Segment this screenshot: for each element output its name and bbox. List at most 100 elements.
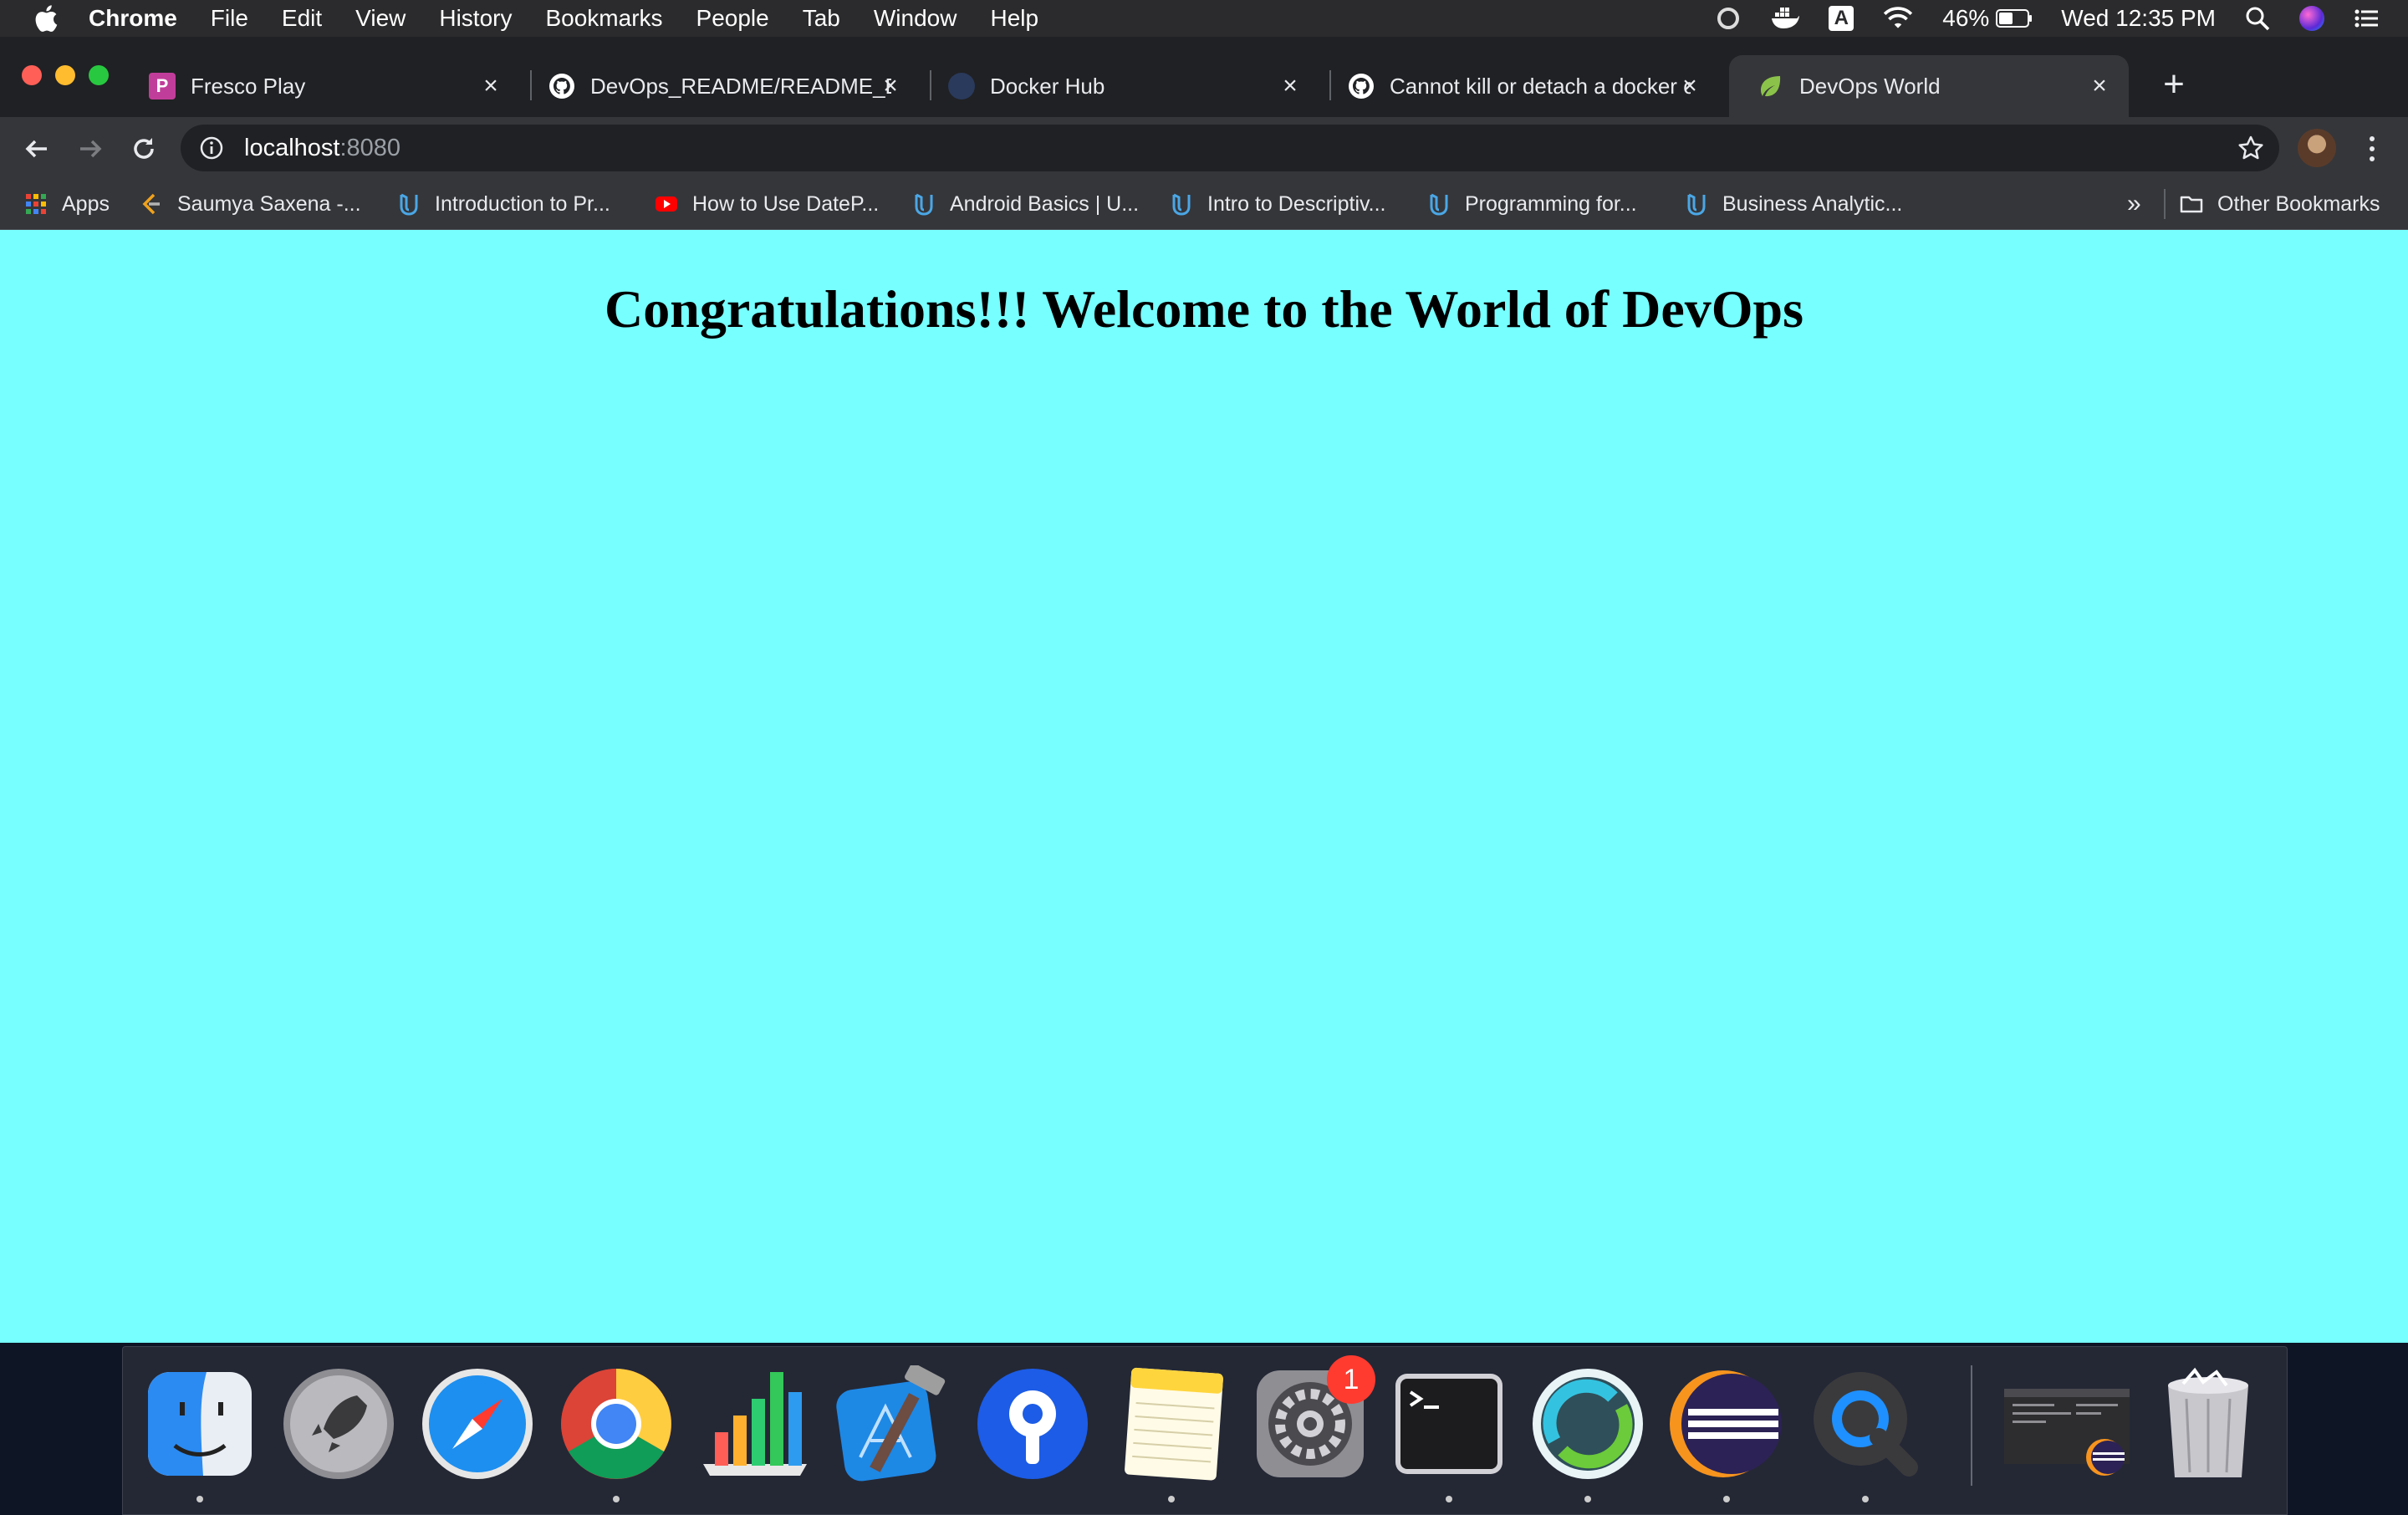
menu-window[interactable]: Window xyxy=(874,5,957,32)
site-info-icon[interactable] xyxy=(199,135,224,161)
apple-logo-icon[interactable] xyxy=(33,4,59,33)
tab-title: Cannot kill or detach a docker c xyxy=(1390,73,1691,99)
bookmark-apps[interactable]: Apps xyxy=(23,179,110,229)
bookmark-how-to-use-datep[interactable]: How to Use DateP... xyxy=(654,179,879,229)
tab-cannot-kill-docker[interactable]: Cannot kill or detach a docker c × xyxy=(1319,55,1719,117)
dock-system-preferences[interactable]: 1 xyxy=(1252,1355,1375,1482)
bookmarks-bar: Apps Saumya Saxena -... Introduction to … xyxy=(0,179,2408,230)
bookmark-label: Programming for... xyxy=(1465,191,1637,216)
dock-quicktime-player[interactable] xyxy=(1807,1365,1924,1482)
spotlight-search-icon[interactable] xyxy=(2244,5,2271,32)
dock-eclipse[interactable] xyxy=(1668,1365,1785,1482)
running-indicator xyxy=(1168,1496,1175,1502)
close-tab-icon[interactable]: × xyxy=(478,74,503,99)
bookmark-label: How to Use DateP... xyxy=(692,191,880,216)
close-tab-icon[interactable]: × xyxy=(2087,74,2112,99)
chrome-window: P Fresco Play × DevOps_README/README_Do … xyxy=(0,37,2408,1343)
bookmark-introduction-to-pr[interactable]: Introduction to Pr... xyxy=(396,179,610,229)
menu-edit[interactable]: Edit xyxy=(282,5,322,32)
bookmark-programming-for[interactable]: Programming for... xyxy=(1426,179,1637,229)
menubar-clock[interactable]: Wed 12:35 PM xyxy=(2061,5,2216,32)
tab-fresco-play[interactable]: P Fresco Play × xyxy=(120,55,520,117)
menu-tab[interactable]: Tab xyxy=(803,5,840,32)
bookmark-android-basics[interactable]: Android Basics | U... xyxy=(911,179,1139,229)
trash-can-icon xyxy=(2168,1367,2248,1477)
minimize-window-button[interactable] xyxy=(55,65,75,85)
wifi-icon[interactable] xyxy=(1882,5,1914,32)
docker-hub-icon xyxy=(948,73,975,99)
macos-menu-bar: Chrome File Edit View History Bookmarks … xyxy=(0,0,2408,37)
menu-app-name[interactable]: Chrome xyxy=(89,5,177,32)
address-bar[interactable]: localhost:8080 xyxy=(181,125,2279,171)
tab-strip: P Fresco Play × DevOps_README/README_Do … xyxy=(0,37,2408,117)
forward-arrow-icon[interactable] xyxy=(74,132,107,166)
tab-devops-readme[interactable]: DevOps_README/README_Do × xyxy=(520,55,920,117)
close-tab-icon[interactable]: × xyxy=(1677,74,1702,99)
docker-whale-icon[interactable] xyxy=(1770,5,1800,32)
menu-people[interactable]: People xyxy=(696,5,769,32)
dock-finder[interactable] xyxy=(141,1365,258,1482)
bookmark-saumya-saxena[interactable]: Saumya Saxena -... xyxy=(139,179,361,229)
url-host: localhost xyxy=(244,134,340,161)
udacity-icon xyxy=(400,193,418,216)
menu-file[interactable]: File xyxy=(211,5,248,32)
dock-webex[interactable] xyxy=(1529,1365,1646,1482)
tab-devops-world[interactable]: DevOps World × xyxy=(1729,55,2129,117)
tab-docker-hub[interactable]: Docker Hub × xyxy=(920,55,1319,117)
github-icon xyxy=(1349,74,1374,99)
youtube-icon xyxy=(656,196,677,212)
menu-history[interactable]: History xyxy=(439,5,512,32)
input-source-indicator[interactable]: A xyxy=(1829,6,1854,31)
dock-google-chrome[interactable] xyxy=(558,1365,675,1482)
dock-xcode[interactable] xyxy=(835,1363,952,1482)
finder-icon xyxy=(148,1372,252,1476)
bookmark-star-icon[interactable] xyxy=(2237,135,2264,161)
profile-avatar[interactable] xyxy=(2298,129,2336,167)
menu-help[interactable]: Help xyxy=(990,5,1038,32)
launchpad-rocket-icon xyxy=(283,1369,394,1479)
close-window-button[interactable] xyxy=(22,65,42,85)
bookmark-label: Android Basics | U... xyxy=(950,191,1140,216)
reload-icon[interactable] xyxy=(127,132,161,166)
battery-percent: 46% xyxy=(1942,5,1990,31)
bookmark-intro-to-descriptiv[interactable]: Intro to Descriptiv... xyxy=(1169,179,1386,229)
bookmark-business-analytic[interactable]: Business Analytic... xyxy=(1684,179,1902,229)
siri-icon[interactable] xyxy=(2299,6,2324,31)
tab-title: Fresco Play xyxy=(191,73,306,99)
running-indicator xyxy=(196,1496,203,1502)
notification-center-icon[interactable] xyxy=(2353,5,2380,32)
new-tab-button[interactable]: + xyxy=(2150,62,2197,109)
sync-status-icon[interactable] xyxy=(1715,5,1742,32)
leetcode-icon xyxy=(142,193,160,215)
dock-sourcetree[interactable] xyxy=(974,1365,1091,1482)
other-bookmarks-folder[interactable]: Other Bookmarks xyxy=(2179,179,2380,229)
fresco-play-icon: P xyxy=(149,73,176,99)
dock-trash[interactable] xyxy=(2150,1365,2267,1482)
zoom-window-button[interactable] xyxy=(89,65,109,85)
running-indicator xyxy=(1862,1496,1869,1502)
terminal-icon xyxy=(1395,1374,1502,1474)
chrome-icon xyxy=(561,1369,671,1479)
running-indicator xyxy=(1584,1496,1591,1502)
dock-terminal[interactable] xyxy=(1390,1365,1508,1482)
dock-safari[interactable] xyxy=(419,1365,536,1482)
dock-launchpad[interactable] xyxy=(280,1365,397,1482)
bookmarks-divider xyxy=(2164,189,2166,219)
back-arrow-icon[interactable] xyxy=(20,132,54,166)
battery-status[interactable]: 46% xyxy=(1942,5,2033,32)
bookmarks-overflow-button[interactable]: » xyxy=(2127,179,2141,229)
close-tab-icon[interactable]: × xyxy=(1278,74,1303,99)
numbers-bar-chart-icon xyxy=(703,1372,807,1476)
dock-numbers[interactable] xyxy=(696,1365,814,1482)
chrome-menu-icon[interactable] xyxy=(2360,130,2385,167)
sourcetree-icon xyxy=(977,1369,1088,1479)
menu-view[interactable]: View xyxy=(355,5,406,32)
running-indicator xyxy=(1446,1496,1452,1502)
dock-notes[interactable] xyxy=(1113,1365,1230,1482)
quicktime-icon xyxy=(1814,1372,1918,1477)
menu-bookmarks[interactable]: Bookmarks xyxy=(545,5,662,32)
safari-compass-icon xyxy=(422,1369,533,1479)
dock-minimized-window[interactable] xyxy=(2001,1365,2135,1482)
close-tab-icon[interactable]: × xyxy=(878,74,903,99)
github-icon xyxy=(549,74,574,99)
